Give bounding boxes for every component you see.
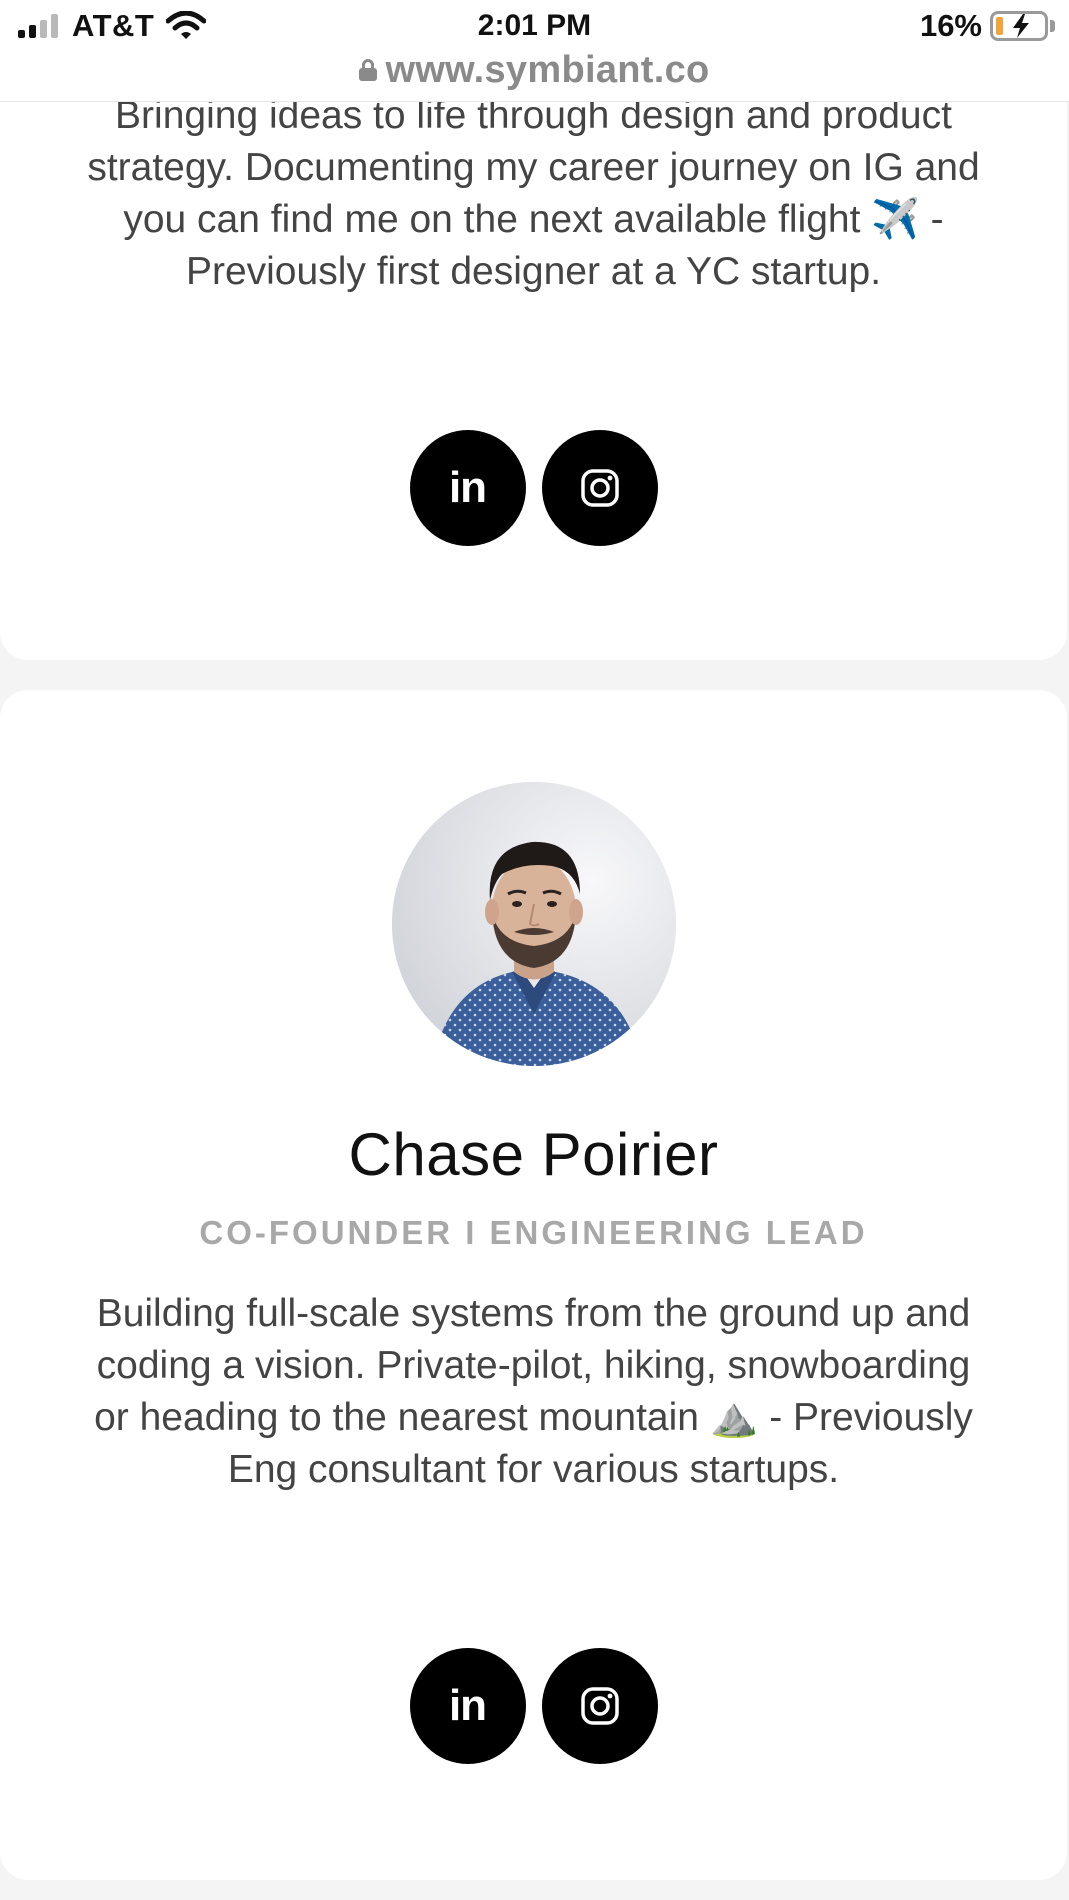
battery-tip <box>1050 20 1055 32</box>
linkedin-button[interactable]: in <box>409 430 526 546</box>
linkedin-icon: in <box>448 1681 487 1730</box>
instagram-icon <box>580 469 619 507</box>
clock: 2:01 PM <box>477 9 592 42</box>
battery-icon <box>990 11 1048 41</box>
status-right: 16% <box>920 8 1055 44</box>
lock-icon <box>359 59 378 81</box>
social-links: in <box>0 1648 1067 1764</box>
linkedin-button[interactable]: in <box>409 1648 526 1764</box>
instagram-button[interactable] <box>541 1648 658 1764</box>
instagram-button[interactable] <box>541 430 658 546</box>
member-bio: Bringing ideas to life through design an… <box>87 94 980 293</box>
address-bar[interactable]: www.symbiant.co <box>0 48 1069 92</box>
linkedin-icon: in <box>448 463 487 512</box>
battery-percent: 16% <box>919 8 982 43</box>
url-text[interactable]: www.symbiant.co <box>385 49 709 92</box>
battery-fill <box>996 17 1003 35</box>
member-role: CO-FOUNDER I ENGINEERING LEAD <box>199 1214 868 1251</box>
avatar <box>392 782 676 1066</box>
instagram-icon <box>580 1687 619 1725</box>
page: AT&T 2:01 PM 16% www.symbiant.co Bringin… <box>0 0 1069 1900</box>
profile-photo <box>392 782 676 1066</box>
charging-bolt-icon <box>1013 14 1029 38</box>
member-bio: Building full-scale systems from the gro… <box>94 1292 973 1491</box>
member-name: Chase Poirier <box>348 1121 719 1188</box>
status-bar: AT&T 2:01 PM 16% www.symbiant.co <box>0 0 1069 102</box>
team-card: Chase Poirier CO-FOUNDER I ENGINEERING L… <box>0 690 1067 1880</box>
social-links: in <box>0 430 1067 546</box>
